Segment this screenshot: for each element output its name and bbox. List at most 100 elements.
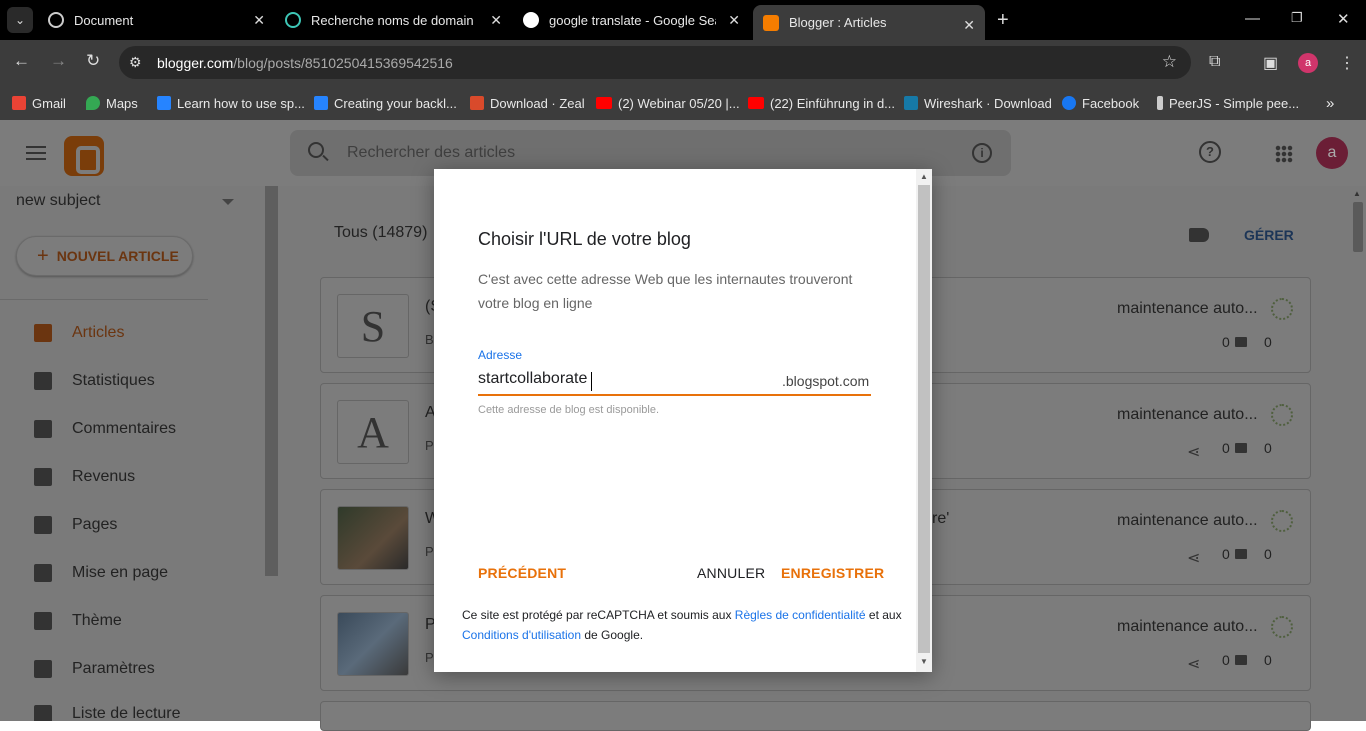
label-icon[interactable] bbox=[1189, 228, 1209, 242]
back-icon[interactable]: ← bbox=[13, 51, 30, 71]
reading-list-icon bbox=[34, 705, 52, 721]
new-tab-icon[interactable]: + bbox=[997, 9, 1009, 32]
bookmark-label: Facebook bbox=[1082, 95, 1140, 111]
privacy-link[interactable]: Règles de confidentialité bbox=[735, 608, 866, 622]
blogger-logo[interactable] bbox=[64, 136, 104, 176]
url-field[interactable]: ⚙ blogger.com/blog/posts/851025041536954… bbox=[119, 46, 1191, 79]
account-avatar[interactable]: a bbox=[1316, 137, 1348, 169]
bookmark-gmail[interactable]: Gmail bbox=[12, 93, 66, 113]
reload-icon[interactable]: ↻ bbox=[86, 51, 100, 71]
cancel-button[interactable]: ANNULER bbox=[697, 565, 765, 581]
close-tab-icon[interactable]: ✕ bbox=[728, 12, 740, 29]
comment-icon bbox=[1235, 443, 1247, 453]
manage-button[interactable]: GÉRER bbox=[1244, 227, 1294, 243]
tab-document[interactable]: Document ✕ bbox=[40, 0, 275, 40]
site-info-icon[interactable]: ⚙ bbox=[129, 54, 142, 71]
post-title-tail: re' bbox=[932, 510, 950, 527]
blog-address-input[interactable] bbox=[478, 370, 778, 388]
bookmark-zeal[interactable]: Download · Zeal bbox=[470, 93, 585, 113]
blog-selector[interactable]: new subject bbox=[16, 192, 101, 210]
scrollbar-thumb[interactable] bbox=[1353, 202, 1363, 252]
google-icon bbox=[523, 12, 539, 28]
chevron-down-icon[interactable] bbox=[222, 199, 234, 205]
scroll-up-icon[interactable]: ▲ bbox=[1353, 189, 1361, 198]
sidebar-item-label: Thème bbox=[72, 612, 122, 629]
bookmark-einfuhrung[interactable]: (22) Einführung in d... bbox=[748, 93, 895, 113]
tab-blogger[interactable]: Blogger : Articles ✕ bbox=[753, 5, 985, 40]
hamburger-menu-icon[interactable] bbox=[26, 146, 46, 160]
bookmark-facebook[interactable]: Facebook bbox=[1062, 93, 1139, 113]
sidebar-item-theme[interactable]: Thème bbox=[34, 609, 122, 633]
forward-icon[interactable]: → bbox=[50, 51, 67, 71]
author-avatar bbox=[1271, 510, 1293, 532]
domain-icon bbox=[285, 12, 301, 28]
sidebar: new subject + NOUVEL ARTICLE Articles Sta… bbox=[0, 186, 280, 721]
sidebar-item-revenue[interactable]: Revenus bbox=[34, 465, 135, 489]
bookmark-star-icon[interactable]: ☆ bbox=[1162, 52, 1177, 72]
address-underline bbox=[478, 394, 871, 396]
post-row[interactable] bbox=[320, 701, 1311, 731]
recaptcha-middle: et aux bbox=[865, 608, 902, 622]
previous-button[interactable]: PRÉCÉDENT bbox=[478, 565, 566, 581]
share-icon[interactable]: ⋖ bbox=[1187, 442, 1205, 461]
sidebar-item-comments[interactable]: Commentaires bbox=[34, 417, 176, 441]
bookmark-learn[interactable]: Learn how to use sp... bbox=[157, 93, 305, 113]
bookmark-wireshark[interactable]: Wireshark · Download bbox=[904, 93, 1052, 113]
address-bar: ← → ↻ ⚙ blogger.com/blog/posts/851025041… bbox=[0, 40, 1366, 86]
sidebar-item-stats[interactable]: Statistiques bbox=[34, 369, 155, 393]
close-tab-icon[interactable]: ✕ bbox=[490, 12, 502, 29]
scroll-down-icon[interactable]: ▼ bbox=[920, 657, 928, 666]
share-icon[interactable]: ⋖ bbox=[1187, 548, 1205, 567]
share-icon[interactable]: ⋖ bbox=[1187, 654, 1205, 673]
sidebar-item-reading-list[interactable]: Liste de lecture bbox=[34, 705, 181, 721]
side-panel-icon[interactable]: ▣ bbox=[1263, 53, 1278, 73]
new-post-button[interactable]: + NOUVEL ARTICLE bbox=[16, 236, 193, 276]
author-avatar bbox=[1271, 298, 1293, 320]
pages-icon bbox=[34, 516, 52, 534]
sidebar-scrollbar[interactable] bbox=[265, 186, 278, 576]
post-author: maintenance auto... bbox=[1117, 618, 1258, 635]
dialog-scrollbar-thumb[interactable] bbox=[918, 185, 930, 653]
search-info-icon[interactable]: i bbox=[972, 143, 992, 163]
close-window-icon[interactable]: ✕ bbox=[1337, 10, 1350, 28]
bookmark-label: (22) Einführung in d... bbox=[770, 95, 896, 111]
scroll-up-icon[interactable]: ▲ bbox=[920, 172, 928, 181]
tab-domain-search[interactable]: Recherche noms de domaines G ✕ bbox=[277, 0, 512, 40]
extensions-icon[interactable]: ⧉ bbox=[1209, 53, 1220, 71]
bookmark-peerjs[interactable]: PeerJS - Simple pee... bbox=[1157, 93, 1299, 113]
page-scrollbar[interactable]: ▲ bbox=[1350, 186, 1366, 721]
post-status: P bbox=[425, 650, 434, 665]
close-tab-icon[interactable]: ✕ bbox=[963, 17, 975, 34]
bookmark-backlinks[interactable]: Creating your backl... bbox=[314, 93, 457, 113]
help-icon[interactable]: ? bbox=[1199, 141, 1221, 163]
facebook-icon bbox=[1062, 96, 1076, 110]
settings-icon bbox=[34, 660, 52, 678]
more-bookmarks-icon[interactable]: » bbox=[1326, 93, 1334, 113]
restore-icon[interactable]: ❐ bbox=[1291, 10, 1303, 26]
url-text: blogger.com/blog/posts/85102504153695425… bbox=[157, 55, 453, 71]
save-button[interactable]: ENREGISTRER bbox=[781, 565, 884, 581]
apps-grid-icon[interactable] bbox=[1275, 145, 1293, 163]
bookmark-webinar[interactable]: (2) Webinar 05/20 |... bbox=[596, 93, 740, 113]
sidebar-item-pages[interactable]: Pages bbox=[34, 513, 117, 537]
bookmark-label: PeerJS - Simple pee... bbox=[1169, 95, 1300, 111]
sidebar-item-settings[interactable]: Paramètres bbox=[34, 657, 155, 681]
all-posts-filter[interactable]: Tous (14879) bbox=[334, 224, 427, 242]
sidebar-item-articles[interactable]: Articles bbox=[34, 321, 124, 345]
tab-search-button[interactable]: ⌄ bbox=[7, 7, 33, 33]
bookmark-maps[interactable]: Maps bbox=[86, 93, 138, 113]
minimize-icon[interactable]: — bbox=[1245, 10, 1260, 27]
view-count: 0 bbox=[1264, 546, 1272, 562]
browser-profile-avatar[interactable]: a bbox=[1298, 53, 1318, 73]
browser-menu-icon[interactable]: ⋮ bbox=[1339, 53, 1355, 73]
terms-link[interactable]: Conditions d'utilisation bbox=[462, 628, 581, 642]
tab-google-translate[interactable]: google translate - Google Searc ✕ bbox=[515, 0, 750, 40]
maps-icon bbox=[86, 96, 100, 110]
post-author: maintenance auto... bbox=[1117, 406, 1258, 423]
view-count: 0 bbox=[1264, 334, 1272, 350]
sidebar-item-layout[interactable]: Mise en page bbox=[34, 561, 168, 585]
dialog-scrollbar[interactable]: ▲ ▼ bbox=[916, 169, 932, 672]
atlassian-icon bbox=[157, 96, 171, 110]
close-tab-icon[interactable]: ✕ bbox=[253, 12, 265, 29]
layout-icon bbox=[34, 564, 52, 582]
